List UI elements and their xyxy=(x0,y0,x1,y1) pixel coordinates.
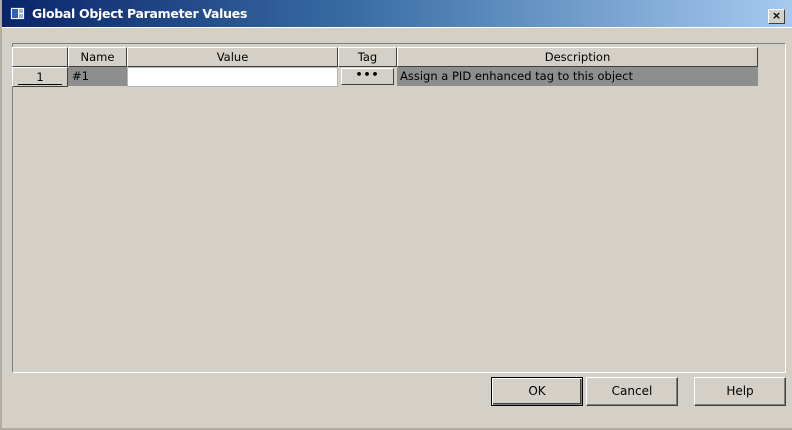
parameter-grid: Name Value Tag Description 1 #1 ••• Assi… xyxy=(12,47,758,87)
column-header-tag[interactable]: Tag xyxy=(338,47,397,67)
help-button[interactable]: Help xyxy=(694,377,786,406)
grid-header-row: Name Value Tag Description xyxy=(12,47,758,67)
dialog-title: Global Object Parameter Values xyxy=(32,6,248,21)
column-header-name[interactable]: Name xyxy=(68,47,127,67)
cancel-button[interactable]: Cancel xyxy=(586,377,678,406)
table-row[interactable]: 1 #1 ••• Assign a PID enhanced tag to th… xyxy=(12,67,758,87)
parameter-values-dialog: Global Object Parameter Values × Name Va… xyxy=(0,0,792,430)
application-window-icon xyxy=(10,7,25,20)
column-header-value[interactable]: Value xyxy=(127,47,338,67)
tag-browse-button[interactable]: ••• xyxy=(341,68,394,85)
name-cell[interactable]: #1 xyxy=(68,67,127,87)
title-bar[interactable]: Global Object Parameter Values × xyxy=(2,0,792,28)
description-cell[interactable]: Assign a PID enhanced tag to this object xyxy=(397,67,758,87)
value-cell[interactable] xyxy=(127,67,338,87)
row-number-label: 1 xyxy=(18,71,62,85)
grid-frame xyxy=(12,43,786,373)
row-number[interactable]: 1 xyxy=(12,67,68,87)
corner-header[interactable] xyxy=(12,47,68,67)
tag-cell: ••• xyxy=(338,67,397,87)
column-header-description[interactable]: Description xyxy=(397,47,758,67)
close-button[interactable]: × xyxy=(768,9,785,24)
ok-button[interactable]: OK xyxy=(491,377,583,406)
